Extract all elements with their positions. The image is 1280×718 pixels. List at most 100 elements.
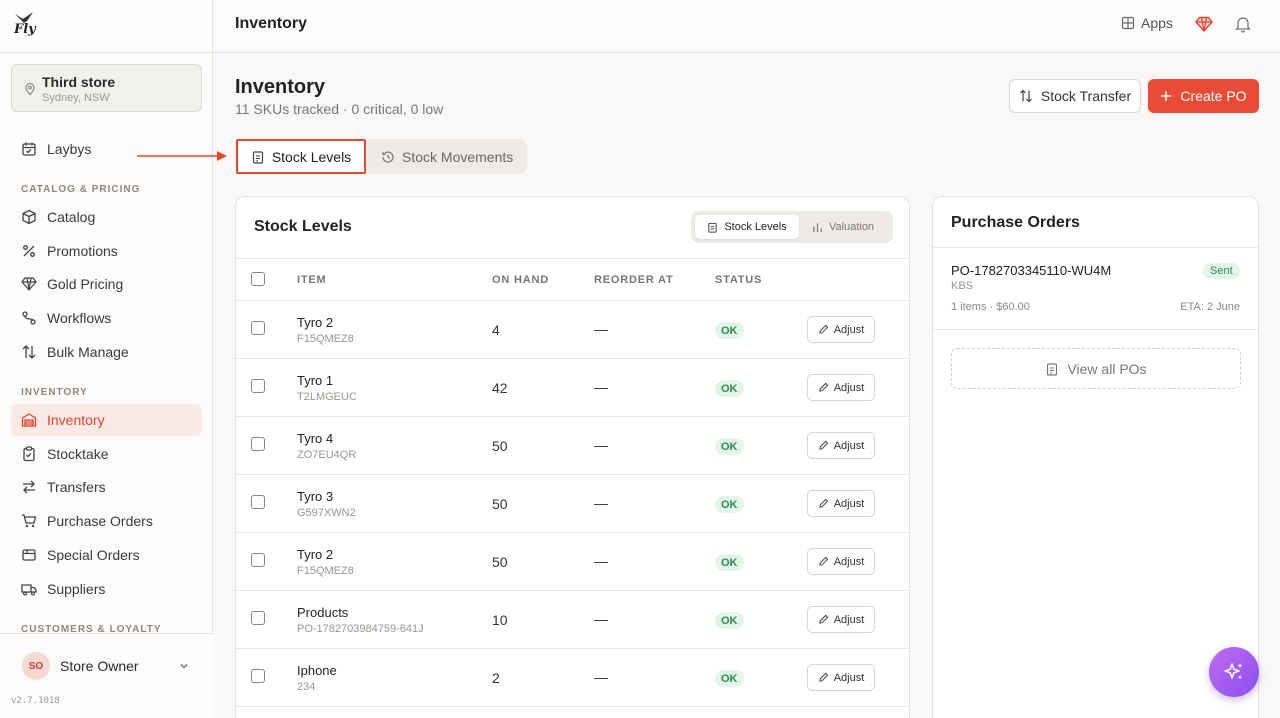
item-name[interactable]: Tyro 2: [297, 315, 333, 330]
toggle-valuation[interactable]: Valuation: [812, 215, 874, 239]
transfer-icon: [23, 480, 35, 494]
sidebar-item-inventory[interactable]: Inventory: [11, 404, 202, 436]
stock-transfer-button[interactable]: Stock Transfer: [1009, 79, 1141, 113]
adjust-button[interactable]: Adjust: [807, 432, 875, 459]
apps-label: Apps: [1141, 15, 1173, 31]
create-po-button[interactable]: Create PO: [1148, 79, 1259, 113]
sidebar-item-bulk-manage[interactable]: Bulk Manage: [11, 336, 202, 368]
adjust-label: Adjust: [833, 497, 865, 510]
adjust-button[interactable]: Adjust: [807, 664, 875, 691]
stock-levels-card: Stock Levels Stock Levels Valuation ITEM…: [235, 196, 910, 718]
logo-text[interactable]: Fly: [14, 22, 36, 37]
reorder-at-value: —: [594, 437, 608, 453]
card-title: Purchase Orders: [951, 214, 1080, 231]
tab-stock-levels[interactable]: Stock Levels: [236, 139, 366, 174]
adjust-label: Adjust: [833, 439, 865, 452]
warehouse-icon: [21, 413, 37, 427]
section-inventory: INVENTORY: [21, 387, 88, 398]
ai-assistant-button[interactable]: [1209, 647, 1259, 697]
status-badge: OK: [715, 670, 744, 687]
on-hand-value: 50: [492, 496, 508, 512]
divider: [933, 329, 1258, 330]
sidebar-item-purchase-orders[interactable]: Purchase Orders: [11, 505, 202, 537]
table-header: ITEM ON HAND REORDER AT STATUS: [236, 258, 909, 301]
po-summary: 1 items · $60.00: [951, 301, 1030, 313]
table-row: Products PO-1782703984759-641J 10 — OK A…: [236, 591, 909, 649]
user-menu[interactable]: SO Store Owner v2.7.1018: [0, 633, 213, 718]
pencil-icon: [818, 498, 829, 508]
select-all-checkbox[interactable]: [251, 272, 265, 286]
sidebar-item-gold-pricing[interactable]: Gold Pricing: [11, 268, 202, 300]
adjust-button[interactable]: Adjust: [807, 374, 875, 401]
item-name[interactable]: Tyro 2: [297, 547, 333, 562]
bar-chart-icon: [813, 222, 822, 232]
pencil-icon: [818, 556, 829, 566]
grid-icon: [1121, 16, 1135, 30]
row-checkbox[interactable]: [251, 553, 265, 567]
sidebar-item-label: Promotions: [47, 243, 118, 259]
clipboard-icon: [708, 222, 717, 233]
status-badge: Sent: [1203, 263, 1240, 279]
adjust-label: Adjust: [833, 555, 865, 568]
row-checkbox[interactable]: [251, 495, 265, 509]
avatar: SO: [22, 652, 50, 680]
po-number[interactable]: PO-1782703345110-WU4M: [951, 263, 1111, 278]
item-sku: F15QMEZ8: [297, 333, 354, 345]
cart-icon: [22, 514, 37, 528]
sidebar-item-catalog[interactable]: Catalog: [11, 201, 202, 233]
sparkles-icon: [1224, 663, 1243, 680]
page-title: Inventory: [235, 76, 326, 98]
map-pin-icon: [25, 82, 35, 96]
view-all-label: View all POs: [1067, 360, 1147, 377]
column-header-reorder-at[interactable]: REORDER AT: [594, 274, 674, 286]
row-checkbox[interactable]: [251, 437, 265, 451]
sidebar-item-special-orders[interactable]: Special Orders: [11, 539, 202, 571]
view-all-pos-button[interactable]: View all POs: [951, 348, 1241, 389]
adjust-button[interactable]: Adjust: [807, 490, 875, 517]
adjust-label: Adjust: [833, 381, 865, 394]
toggle-stock-levels[interactable]: Stock Levels: [695, 215, 799, 239]
status-badge: OK: [715, 554, 744, 571]
sidebar-item-label: Suppliers: [47, 581, 106, 597]
sidebar-item-promotions[interactable]: Promotions: [11, 235, 202, 267]
row-checkbox[interactable]: [251, 611, 265, 625]
item-name[interactable]: Iphone: [297, 663, 337, 678]
adjust-button[interactable]: Adjust: [807, 606, 875, 633]
on-hand-value: 10: [492, 612, 508, 628]
pencil-icon: [818, 672, 829, 682]
adjust-label: Adjust: [833, 613, 865, 626]
row-checkbox[interactable]: [251, 321, 265, 335]
adjust-button[interactable]: Adjust: [807, 548, 875, 575]
sidebar-item-workflows[interactable]: Workflows: [11, 302, 202, 334]
apps-button[interactable]: Apps: [1121, 15, 1173, 31]
history-icon: [382, 150, 394, 163]
item-sku: ZO7EU4QR: [297, 449, 357, 461]
sidebar: Fly Third store Sydney, NSW Laybys CATAL…: [0, 0, 213, 718]
bell-icon[interactable]: [1234, 15, 1252, 33]
reorder-at-value: —: [594, 669, 608, 685]
reorder-at-value: —: [594, 495, 608, 511]
adjust-button[interactable]: Adjust: [807, 316, 875, 343]
purchase-orders-card: Purchase Orders PO-1782703345110-WU4M Se…: [932, 196, 1259, 718]
gem-icon[interactable]: [1195, 15, 1213, 33]
item-name[interactable]: Tyro 3: [297, 489, 333, 504]
tab-stock-movements[interactable]: Stock Movements: [381, 139, 513, 174]
item-name[interactable]: Tyro 4: [297, 431, 333, 446]
clipboard-icon: [1047, 362, 1058, 376]
store-switcher[interactable]: Third store Sydney, NSW: [11, 64, 202, 112]
sidebar-item-transfers[interactable]: Transfers: [11, 471, 202, 503]
column-header-item[interactable]: ITEM: [297, 274, 326, 286]
item-name[interactable]: Tyro 1: [297, 373, 333, 388]
item-name[interactable]: Products: [297, 605, 348, 620]
sidebar-item-stocktake[interactable]: Stocktake: [11, 438, 202, 470]
sidebar-item-label: Workflows: [47, 310, 112, 326]
column-header-on-hand[interactable]: ON HAND: [492, 274, 549, 286]
package-icon: [22, 549, 36, 561]
column-header-status[interactable]: STATUS: [715, 274, 762, 286]
status-badge: OK: [715, 322, 744, 339]
row-checkbox[interactable]: [251, 669, 265, 683]
status-badge: OK: [715, 438, 744, 455]
sidebar-item-suppliers[interactable]: Suppliers: [11, 573, 202, 605]
store-name: Third store: [42, 74, 116, 90]
row-checkbox[interactable]: [251, 379, 265, 393]
